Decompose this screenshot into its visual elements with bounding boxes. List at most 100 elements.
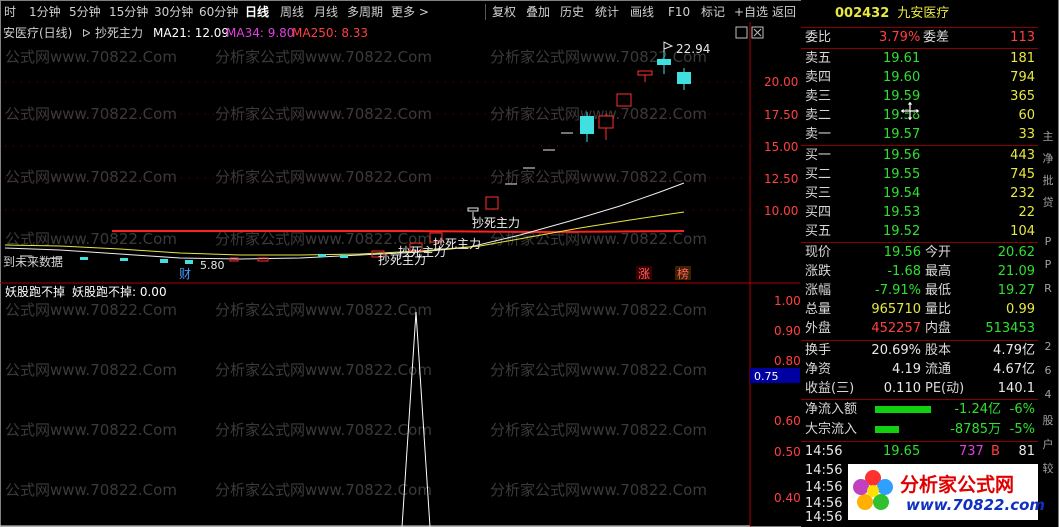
ask-label: 卖三 [805, 89, 832, 104]
quote-panel: 002432 九安医疗 委比 3.79% 委差 113 卖五 19.61 181… [801, 0, 1038, 527]
mark-button[interactable]: 标记 [701, 4, 725, 20]
tab-more[interactable]: 更多 > [391, 4, 429, 20]
bid-row[interactable]: 买三 19.54 232 [805, 185, 1035, 203]
stock-header: 002432 九安医疗 [835, 5, 949, 23]
fund-value: 20.69% [871, 343, 921, 358]
bid-row[interactable]: 买一 19.56 443 [805, 147, 1035, 165]
panel-divider [801, 441, 1038, 442]
low-price-label: 5.80 [200, 259, 225, 272]
tick-price: 19.65 [883, 444, 921, 459]
bid-row[interactable]: 买二 19.55 745 [805, 166, 1035, 184]
side-tab[interactable]: P [1040, 258, 1056, 271]
fuquan-button[interactable]: 复权 [492, 4, 516, 20]
overlay-button[interactable]: 叠加 [526, 4, 550, 20]
logo-title: 分析家公式网 [900, 474, 1015, 496]
quote-value: 0.99 [1006, 302, 1035, 317]
sub-indicator-title[interactable]: 妖股跑不掉 [5, 285, 65, 299]
side-tab[interactable]: 股 [1040, 412, 1056, 428]
ask-row[interactable]: 卖四 19.60 794 [805, 69, 1035, 87]
ask-label: 卖五 [805, 51, 832, 66]
side-tab[interactable]: 批 [1040, 172, 1056, 188]
weibi-value: 3.79% [879, 30, 921, 45]
tick-row: 14:56 [805, 509, 842, 527]
fund-label: 换手 [805, 343, 832, 358]
ask-row[interactable]: 卖五 19.61 181 [805, 50, 1035, 68]
side-tab[interactable]: 2 [1040, 340, 1056, 353]
chevron-icon[interactable]: ᐅ [82, 27, 90, 40]
panel-divider [801, 399, 1038, 400]
side-tab[interactable]: R [1040, 282, 1056, 295]
indicator-name-label[interactable]: 抄死主力 [95, 26, 143, 40]
tab-5min[interactable]: 5分钟 [69, 4, 101, 20]
watermark-text: 公式网www.70822.Com [5, 421, 177, 439]
bid-row[interactable]: 买五 19.52 104 [805, 223, 1035, 241]
ask-label: 卖四 [805, 70, 832, 85]
price-tick: 12.50 [764, 172, 798, 186]
stats-button[interactable]: 统计 [595, 4, 619, 20]
ask-label: 卖二 [805, 108, 832, 123]
tab-multi-period[interactable]: 多周期 [347, 4, 383, 20]
bid-label: 买一 [805, 148, 832, 163]
back-button[interactable]: 返回 [772, 4, 796, 20]
price-axis: 20.00 17.50 15.00 12.50 10.00 [764, 75, 798, 218]
tab-15min[interactable]: 15分钟 [109, 4, 148, 20]
tab-1min[interactable]: 1分钟 [29, 4, 61, 20]
fund-label: 净资 [805, 362, 832, 377]
fund-value: 140.1 [997, 381, 1035, 396]
tab-monthly[interactable]: 月线 [314, 4, 338, 20]
f10-button[interactable]: F10 [668, 4, 690, 20]
kline-chart[interactable]: 公式网www.70822.Com 分析家公式网www.70822.Com 分析家… [0, 22, 800, 527]
quote-label: 总量 [805, 302, 832, 317]
ask-price: 19.61 [883, 51, 921, 66]
price-tick: 10.00 [764, 204, 798, 218]
restore-icon[interactable] [735, 26, 748, 39]
tab-daily[interactable]: 日线 [245, 4, 269, 20]
add-watchlist-button[interactable]: +自选 [734, 4, 768, 20]
side-tab[interactable]: 贷 [1040, 194, 1056, 210]
sub-tick: 0.40 [774, 491, 800, 505]
tab-tick[interactable]: 时 [4, 4, 16, 20]
flow-bar [875, 406, 931, 413]
fund-label: PE(动) [925, 381, 965, 396]
price-tick: 15.00 [764, 140, 798, 154]
quote-label: 内盘 [925, 321, 952, 336]
quote-row: 涨跌 -1.68 最高 21.09 [805, 263, 1035, 281]
ask-row[interactable]: 卖一 19.57 33 [805, 126, 1035, 144]
bid-price: 19.56 [883, 148, 921, 163]
sub-tick: 0.60 [774, 414, 800, 428]
flow-row: 净流入额 -1.24亿 -6% [805, 401, 1035, 419]
tick-volume: 737 [959, 444, 984, 459]
panel-divider [801, 145, 1038, 146]
watermark-text: 分析家公式网www.70822.Com [215, 168, 432, 186]
watermark-text: 公式网www.70822.Com [5, 481, 177, 499]
side-tab[interactable]: 户 [1040, 436, 1056, 452]
quote-label: 现价 [805, 245, 832, 260]
ma34-label: MA34: 9.80 [226, 26, 294, 40]
watermark-text: 公式网www.70822.Com [5, 48, 177, 66]
quote-label: 最低 [925, 283, 952, 298]
watermark-text: 分析家公式网www.70822.Com [490, 48, 707, 66]
quote-row: 涨幅 -7.91% 最低 19.27 [805, 282, 1035, 300]
fund-value: 0.110 [883, 381, 921, 396]
ask-volume: 794 [1010, 70, 1035, 85]
quote-label: 今开 [925, 245, 952, 260]
side-tab[interactable]: 净 [1040, 150, 1056, 166]
side-tab[interactable]: 4 [1040, 388, 1056, 401]
tab-weekly[interactable]: 周线 [280, 4, 304, 20]
side-tab[interactable]: 较 [1040, 460, 1056, 476]
side-tab[interactable]: 6 [1040, 364, 1056, 377]
sub-current-value: 0.75 [754, 370, 779, 383]
stock-name: 九安医疗 [897, 6, 950, 21]
side-tab[interactable]: 主 [1040, 128, 1056, 144]
quote-value: -1.68 [887, 264, 921, 279]
tab-30min[interactable]: 30分钟 [154, 4, 193, 20]
side-tab[interactable]: P [1040, 235, 1056, 248]
sub-tick: 1.00 [774, 294, 800, 308]
limit-up-badge-label: 涨 [638, 266, 650, 281]
price-tick: 20.00 [764, 75, 798, 89]
fund-label: 收益(三) [805, 381, 855, 396]
draw-line-button[interactable]: 画线 [630, 4, 654, 20]
bid-row[interactable]: 买四 19.53 22 [805, 204, 1035, 222]
history-button[interactable]: 历史 [560, 4, 584, 20]
tab-60min[interactable]: 60分钟 [199, 4, 238, 20]
